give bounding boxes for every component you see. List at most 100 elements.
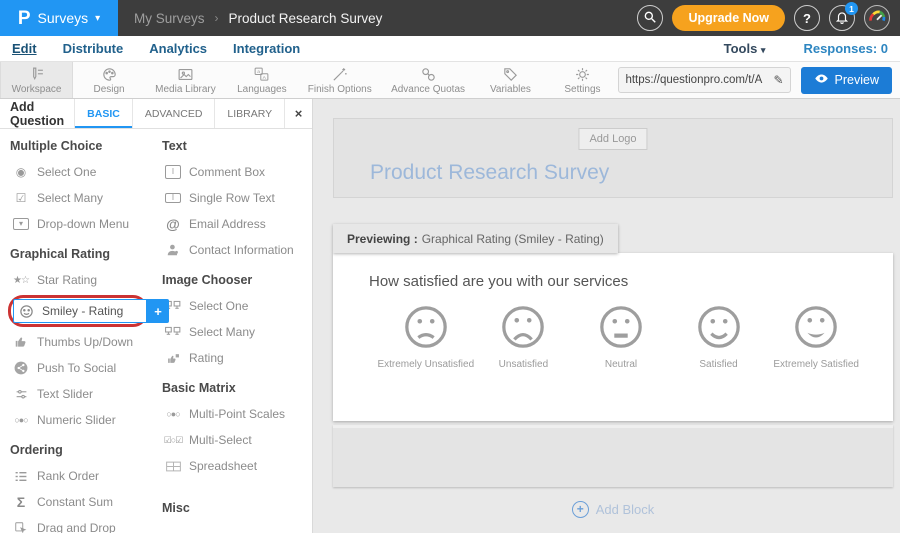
header-actions: Upgrade Now ? 1 [637, 5, 900, 31]
rating-option-extremely-satisfied[interactable]: Extremely Satisfied [767, 304, 865, 370]
question-type-email-address[interactable]: @ Email Address [160, 211, 306, 237]
stars-icon: ★☆ [11, 275, 31, 286]
search-icon [643, 10, 657, 27]
tab-distribute[interactable]: Distribute [63, 41, 124, 56]
smiley-rating-scale: Extremely Unsatisfied Unsatisfied Neutra… [333, 290, 893, 370]
chain-links-icon [419, 66, 438, 83]
question-type-text-slider[interactable]: Text Slider [8, 381, 160, 407]
rating-option-neutral[interactable]: Neutral [572, 304, 670, 370]
rating-option-unsatisfied[interactable]: Unsatisfied [475, 304, 573, 370]
toolbar-settings-button[interactable]: Settings [546, 62, 618, 98]
survey-url-field[interactable]: ✎ [618, 67, 790, 93]
notifications-button[interactable]: 1 [829, 5, 855, 31]
empty-block-placeholder[interactable] [333, 425, 893, 487]
section-graphical-rating: Graphical Rating [10, 247, 160, 261]
rating-option-satisfied[interactable]: Satisfied [670, 304, 768, 370]
survey-nav-bar: Edit Distribute Analytics Integration To… [0, 36, 900, 62]
upgrade-now-button[interactable]: Upgrade Now [672, 5, 785, 31]
question-types-column-1: Multiple Choice ◉ Select One ☑ Select Ma… [8, 137, 160, 533]
previewing-tab: Previewing : Graphical Rating (Smiley - … [333, 224, 618, 253]
question-type-contact-information[interactable]: Contact Information [160, 237, 306, 263]
red-annotation-circle: Smiley - Rating + [8, 295, 148, 327]
questionpro-logo-icon: P [18, 9, 31, 28]
smiley-smile-icon [696, 304, 742, 350]
smiley-big-smile-icon [793, 304, 839, 350]
add-question-plus-button[interactable]: + [147, 299, 169, 323]
notification-badge: 1 [845, 2, 858, 15]
smiley-neutral-icon [598, 304, 644, 350]
add-question-panel: Add Question BASIC ADVANCED LIBRARY × Mu… [0, 99, 313, 533]
multi-select-icon: ☑○☑ [163, 435, 183, 446]
add-question-header: Add Question BASIC ADVANCED LIBRARY × [0, 99, 312, 129]
question-type-image-select-one[interactable]: Select One [160, 293, 306, 319]
drag-drop-icon [11, 521, 31, 533]
chevron-down-icon: ▾ [761, 45, 766, 55]
question-type-constant-sum[interactable]: Σ Constant Sum [8, 489, 160, 515]
question-type-rank-order[interactable]: Rank Order [8, 463, 160, 489]
add-logo-button[interactable]: Add Logo [578, 128, 647, 150]
user-avatar[interactable] [864, 5, 890, 31]
checkbox-icon: ☑ [11, 191, 31, 205]
section-text: Text [162, 139, 306, 153]
section-image-chooser: Image Chooser [162, 273, 306, 287]
tools-dropdown[interactable]: Tools ▾ [724, 41, 766, 56]
question-text: How satisfied are you with our services [333, 253, 893, 290]
app-logo-menu[interactable]: P Surveys ▾ [0, 0, 118, 36]
survey-url-input[interactable] [625, 74, 773, 86]
toolbar-advance-quotas-button[interactable]: Advance Quotas [382, 62, 475, 98]
rating-option-extremely-unsatisfied[interactable]: Extremely Unsatisfied [377, 304, 475, 370]
tab-integration[interactable]: Integration [233, 41, 300, 56]
question-type-image-rating[interactable]: Rating [160, 345, 306, 371]
survey-title[interactable]: Product Research Survey [370, 161, 609, 185]
smiley-frown-icon [500, 304, 546, 350]
at-sign-icon: @ [163, 216, 183, 232]
tab-edit[interactable]: Edit [12, 41, 37, 56]
close-panel-button[interactable]: × [284, 99, 312, 128]
toolbar-finish-options-button[interactable]: Finish Options [298, 62, 382, 98]
question-type-select-one[interactable]: ◉ Select One [8, 159, 160, 185]
question-type-smiley-rating-selected[interactable]: Smiley - Rating + [13, 299, 147, 323]
search-button[interactable] [637, 5, 663, 31]
top-header-bar: P Surveys ▾ My Surveys › Product Researc… [0, 0, 900, 36]
question-type-image-select-many[interactable]: Select Many [160, 319, 306, 345]
sliders-icon [11, 388, 31, 401]
tab-basic[interactable]: BASIC [74, 99, 132, 128]
share-icon [11, 361, 31, 375]
add-question-title: Add Question [0, 99, 74, 128]
question-type-multi-point-scales[interactable]: ○●○ Multi-Point Scales [160, 401, 306, 427]
toolbar-languages-button[interactable]: aA Languages [226, 62, 298, 98]
survey-canvas: Add Logo Product Research Survey Preview… [313, 99, 900, 533]
close-icon: × [295, 106, 303, 121]
section-ordering: Ordering [10, 443, 160, 457]
edit-url-pencil-icon[interactable]: ✎ [773, 73, 783, 87]
tab-analytics[interactable]: Analytics [149, 41, 207, 56]
section-basic-matrix: Basic Matrix [162, 381, 306, 395]
add-block-button[interactable]: + Add Block [333, 501, 893, 518]
breadcrumb: My Surveys › Product Research Survey [134, 11, 382, 26]
toolbar-right-group: ✎ Preview [618, 62, 900, 98]
tab-advanced[interactable]: ADVANCED [132, 99, 215, 128]
question-type-single-row-text[interactable]: I Single Row Text [160, 185, 306, 211]
question-type-thumbs-up-down[interactable]: Thumbs Up/Down [8, 329, 160, 355]
nav-right-group: Tools ▾ Responses: 0 [724, 41, 888, 56]
question-type-comment-box[interactable]: I Comment Box [160, 159, 306, 185]
question-type-select-many[interactable]: ☑ Select Many [8, 185, 160, 211]
breadcrumb-my-surveys[interactable]: My Surveys [134, 11, 205, 26]
tab-library[interactable]: LIBRARY [214, 99, 284, 128]
question-type-multi-select[interactable]: ☑○☑ Multi-Select [160, 427, 306, 453]
toolbar-design-button[interactable]: Design [73, 62, 145, 98]
toolbar-workspace-button[interactable]: Workspace [0, 62, 73, 98]
toolbar-variables-button[interactable]: Variables [474, 62, 546, 98]
question-type-star-rating[interactable]: ★☆ Star Rating [8, 267, 160, 293]
preview-button[interactable]: Preview [801, 67, 892, 94]
question-type-drag-and-drop[interactable]: Drag and Drop [8, 515, 160, 533]
help-button[interactable]: ? [794, 5, 820, 31]
question-type-spreadsheet[interactable]: Spreadsheet [160, 453, 306, 479]
toolbar-media-library-button[interactable]: Media Library [145, 62, 226, 98]
question-type-push-to-social[interactable]: Push To Social [8, 355, 160, 381]
survey-header-card: Add Logo Product Research Survey [333, 118, 893, 198]
responses-count: Responses: 0 [803, 41, 888, 56]
breadcrumb-separator-icon: › [215, 11, 219, 25]
question-type-dropdown-menu[interactable]: ▾ Drop-down Menu [8, 211, 160, 237]
question-type-numeric-slider[interactable]: ○●○ Numeric Slider [8, 407, 160, 433]
